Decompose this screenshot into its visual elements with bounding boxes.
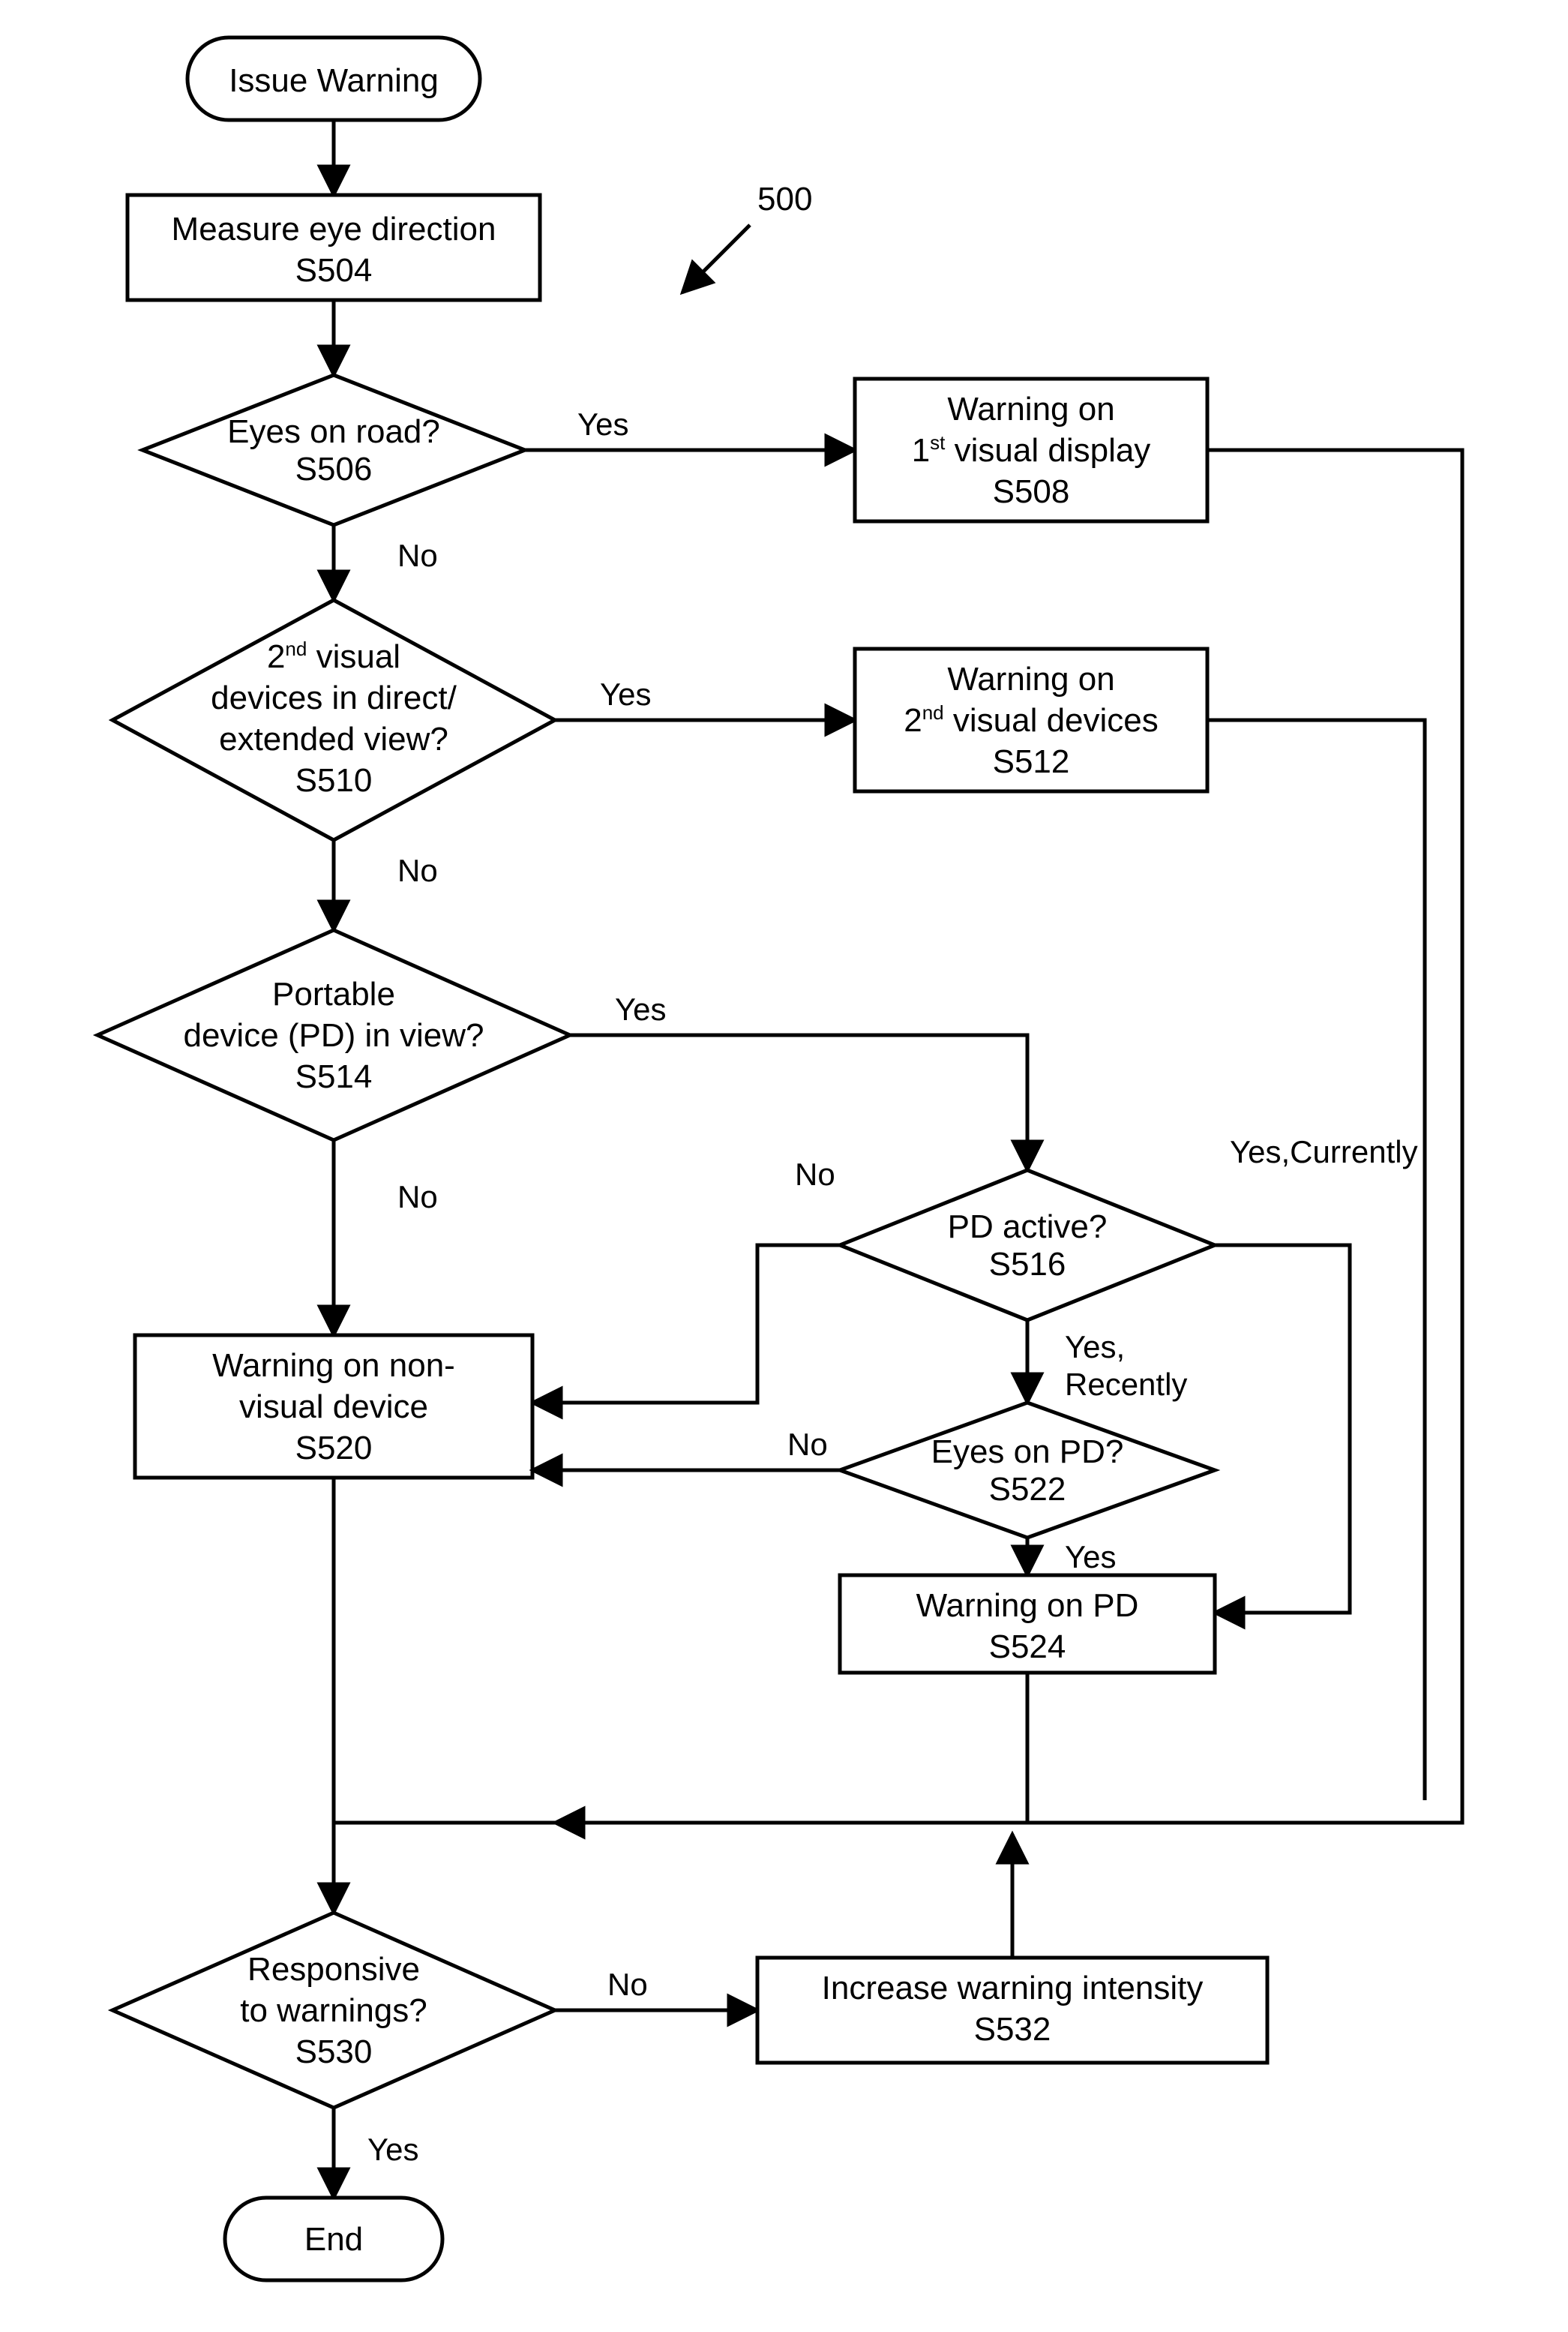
s510-l4: S510 xyxy=(295,762,373,799)
s530-l2: to warnings? xyxy=(240,1992,427,2029)
s530-l1: Responsive xyxy=(247,1951,420,1988)
s510-l2: devices in direct/ xyxy=(211,680,457,716)
s506-diamond xyxy=(142,375,525,525)
s506-l2: S506 xyxy=(295,451,373,488)
s532-l2: S532 xyxy=(974,2011,1051,2048)
s508-l3: S508 xyxy=(993,473,1070,510)
s506-no: No xyxy=(397,538,438,573)
s516-l2: S516 xyxy=(989,1246,1066,1283)
s514-l2: device (PD) in view? xyxy=(183,1017,484,1054)
s530-yes: Yes xyxy=(367,2132,419,2167)
s522-diamond xyxy=(840,1403,1215,1538)
s508-l2: 1st visual display xyxy=(912,431,1151,469)
s524-l1: Warning on PD xyxy=(916,1587,1139,1624)
s504-l2: S504 xyxy=(295,252,373,289)
end-label: End xyxy=(304,2221,363,2258)
s514-l1: Portable xyxy=(272,976,395,1013)
s522-yes: Yes xyxy=(1065,1539,1117,1574)
s516-no: No xyxy=(795,1157,835,1192)
s520-l3: S520 xyxy=(295,1430,373,1466)
s532-l1: Increase warning intensity xyxy=(822,1970,1204,2006)
s520-l1: Warning on non- xyxy=(212,1347,455,1384)
flowchart: 500 Issue Warning Measure eye direction … xyxy=(0,0,1568,2332)
s516-yes-rec2: Recently xyxy=(1065,1367,1187,1402)
s524-l2: S524 xyxy=(989,1628,1066,1665)
s506-l1: Eyes on road? xyxy=(227,413,440,450)
s522-l2: S522 xyxy=(989,1471,1066,1508)
s510-diamond xyxy=(112,600,555,840)
s512-l3: S512 xyxy=(993,743,1070,780)
s510-l3: extended view? xyxy=(219,721,448,758)
s522-l1: Eyes on PD? xyxy=(931,1433,1124,1470)
s504-l1: Measure eye direction xyxy=(172,211,496,248)
s506-yes: Yes xyxy=(577,407,629,442)
s514-yes: Yes xyxy=(615,992,667,1027)
s516-l1: PD active? xyxy=(948,1208,1108,1245)
s522-no: No xyxy=(787,1427,828,1462)
s530-no: No xyxy=(607,1967,648,2002)
s520-l2: visual device xyxy=(239,1388,428,1425)
s516-diamond xyxy=(840,1170,1215,1320)
s516-yes-rec1: Yes, xyxy=(1065,1329,1125,1364)
start-label: Issue Warning xyxy=(229,62,439,99)
s514-no: No xyxy=(397,1179,438,1214)
s510-yes: Yes xyxy=(600,677,652,712)
s514-l3: S514 xyxy=(295,1058,373,1095)
s510-no: No xyxy=(397,853,438,888)
s508-l1: Warning on xyxy=(947,391,1114,428)
s516-yes-curr: Yes,Currently xyxy=(1230,1134,1418,1169)
s530-l3: S530 xyxy=(295,2033,373,2070)
ref-number: 500 xyxy=(757,181,812,218)
s512-l1: Warning on xyxy=(947,661,1114,698)
